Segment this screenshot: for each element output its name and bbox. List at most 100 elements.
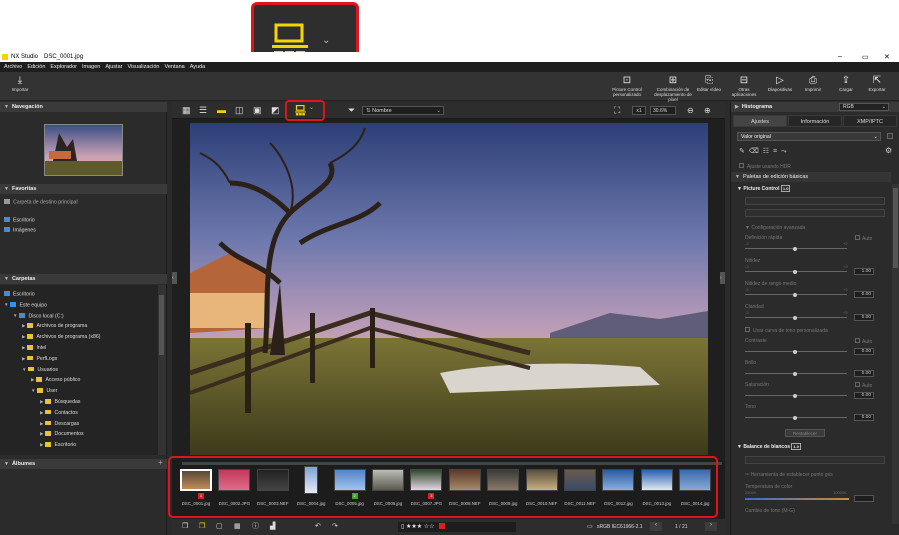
folder-item[interactable]: Escritorio: [4, 291, 35, 298]
slider-value[interactable]: 1.00: [854, 268, 874, 275]
expand-arrow-icon[interactable]: ▼: [13, 313, 17, 318]
expand-arrow-icon[interactable]: ▶: [40, 442, 43, 447]
navigation-header[interactable]: ▼ Navegación: [0, 102, 167, 112]
expand-arrow-icon[interactable]: ▶: [31, 377, 34, 382]
expand-arrow-icon[interactable]: ▼: [22, 367, 26, 372]
wb-gray-point-tool[interactable]: ✑ Herramienta de establecer punto gris: [745, 472, 833, 478]
folder-item[interactable]: ▶ Búsquedas: [40, 399, 80, 405]
wb-temp-slider[interactable]: [745, 498, 849, 500]
list-view-icon[interactable]: ☰: [199, 105, 207, 116]
preset-dropdown[interactable]: Valor original ⌄: [737, 132, 881, 141]
slider-knob[interactable]: [793, 315, 797, 320]
folder-item[interactable]: ▼ Este equipo: [4, 301, 47, 308]
right-scrollbar[interactable]: [892, 184, 899, 524]
slider-track[interactable]: [745, 246, 847, 251]
expand-arrow-icon[interactable]: ▶: [40, 421, 43, 426]
picture-control-dropdown-2[interactable]: [745, 209, 885, 217]
rating-stars[interactable]: ▯ ★★★ ☆☆: [401, 524, 435, 530]
pixel-shift-button[interactable]: ⊞ Combinación de desplazamiento de píxel: [650, 75, 696, 102]
slider-track[interactable]: [745, 349, 847, 354]
expand-arrow-icon[interactable]: ▶: [22, 345, 25, 350]
next-image-button[interactable]: ›: [705, 522, 717, 531]
slider-knob[interactable]: [793, 349, 797, 354]
rotate-right-icon[interactable]: ↷: [332, 521, 338, 532]
expand-arrow-icon[interactable]: ▼: [31, 388, 35, 393]
close-icon[interactable]: ✕: [884, 53, 890, 61]
folder-item[interactable]: ▶ Descargas: [40, 420, 79, 427]
picture-control-header[interactable]: ▼ Picture Control 1.0: [737, 185, 791, 192]
slider-knob[interactable]: [793, 415, 797, 420]
custom-curve-row[interactable]: Usar curva de tono personalizada: [745, 327, 828, 334]
folder-item[interactable]: ▼ User: [31, 388, 57, 394]
import-button[interactable]: ⤓ Importar: [10, 75, 30, 92]
expand-arrow-icon[interactable]: ▶: [40, 431, 43, 436]
left-collapse-handle[interactable]: ‹: [172, 272, 177, 284]
zoom-in-icon[interactable]: ⊕: [704, 105, 711, 116]
zoom-percent-dropdown[interactable]: 30.6%: [650, 106, 676, 115]
folder-tree-scrollbar[interactable]: [158, 285, 166, 455]
levels-icon[interactable]: ☷: [763, 148, 773, 155]
filter-icon[interactable]: ⏷: [348, 105, 355, 116]
menu-edición[interactable]: Edición: [27, 64, 45, 70]
expand-arrow-icon[interactable]: ▼: [4, 302, 8, 307]
menu-visualización[interactable]: Visualización: [127, 64, 159, 70]
navigation-thumbnail[interactable]: [44, 124, 123, 176]
basic-palette-header[interactable]: ▼ Paletas de edición básicas: [731, 172, 891, 182]
expand-arrow-icon[interactable]: ▶: [22, 356, 25, 361]
tab-xmpiptc[interactable]: XMP/IPTC: [843, 115, 897, 127]
compare-view-icon[interactable]: ◫: [235, 105, 244, 116]
folder-item[interactable]: ▶ Acceso público: [31, 377, 80, 383]
info-icon[interactable]: ⓘ: [252, 521, 259, 532]
slider-value[interactable]: 0.00: [854, 314, 874, 321]
favorite-escritorio[interactable]: Escritorio: [4, 217, 35, 224]
picture-control-button[interactable]: ⊡ Picture Control personalizado: [612, 75, 642, 97]
favorite-imagenes[interactable]: Imágenes: [4, 227, 36, 234]
straighten-icon[interactable]: ⤳: [781, 148, 791, 155]
favorites-add-destination[interactable]: Carpeta de destino principal: [4, 199, 78, 206]
slider-value[interactable]: 0.00: [854, 414, 874, 421]
white-balance-header[interactable]: ▼ Balance de blancos 1.0: [737, 443, 801, 450]
folder-item[interactable]: ▶ Archivos de programa (x86): [22, 334, 100, 340]
expand-arrow-icon[interactable]: ▶: [22, 323, 25, 328]
slideshow-button[interactable]: ▷ Diapositivas: [765, 75, 795, 92]
fit-screen-icon[interactable]: ⛶: [614, 105, 620, 116]
slider-knob[interactable]: [793, 292, 797, 297]
yellow-label-icon[interactable]: ❐: [199, 521, 205, 532]
auto-checkbox[interactable]: Auto: [855, 338, 872, 345]
slider-knob[interactable]: [793, 246, 797, 251]
folder-item[interactable]: ▶ Documentos: [40, 431, 84, 437]
expand-arrow-icon[interactable]: ▶: [40, 410, 43, 415]
export-button[interactable]: ⇱ Exportar: [862, 75, 892, 92]
folder-item[interactable]: ▶ Escritorio: [40, 442, 76, 448]
slider-track[interactable]: [745, 415, 847, 420]
slider-value[interactable]: 0.00: [854, 370, 874, 377]
eraser-icon[interactable]: ⌫: [749, 148, 763, 155]
settings-gear-icon[interactable]: ⚙: [885, 146, 892, 155]
folder-item[interactable]: ▶ PerfLogs: [22, 355, 57, 362]
folder-item[interactable]: ▶ Contactos: [40, 409, 78, 416]
right-collapse-handle[interactable]: ›: [720, 272, 725, 284]
upload-button[interactable]: ⇪ Cargar: [831, 75, 861, 92]
stack-icon[interactable]: ❐: [182, 521, 188, 532]
folder-item[interactable]: ▼ Disco local (C:): [13, 312, 64, 319]
expand-arrow-icon[interactable]: ▶: [22, 334, 25, 339]
menu-ventana[interactable]: Ventana: [165, 64, 185, 70]
picture-control-dropdown-1[interactable]: [745, 197, 885, 205]
favorites-header[interactable]: ▼ Favoritas: [0, 184, 167, 194]
label-badge[interactable]: [439, 523, 446, 529]
folders-header[interactable]: ▼ Carpetas: [0, 274, 167, 284]
slider-track[interactable]: [745, 292, 847, 297]
retouch-brush-icon[interactable]: ✎: [739, 148, 749, 155]
chevron-down-icon[interactable]: ⌄: [322, 35, 330, 46]
prev-image-button[interactable]: ‹: [650, 522, 662, 531]
other-apps-button[interactable]: ⊟ Otras aplicaciones: [729, 75, 759, 97]
slider-knob[interactable]: [793, 393, 797, 398]
full-view-icon[interactable]: ▣: [253, 105, 262, 116]
histogram-icon[interactable]: ▟: [270, 521, 275, 532]
filmstrip-view-icon[interactable]: ▬: [217, 105, 226, 116]
zoom-mult-box[interactable]: x1: [632, 106, 646, 115]
rotate-left-icon[interactable]: ↶: [315, 521, 321, 532]
menu-archivo[interactable]: Archivo: [4, 64, 22, 70]
menu-explorador[interactable]: Explorador: [50, 64, 77, 70]
layout-menu-button[interactable]: ⌄: [285, 100, 325, 121]
